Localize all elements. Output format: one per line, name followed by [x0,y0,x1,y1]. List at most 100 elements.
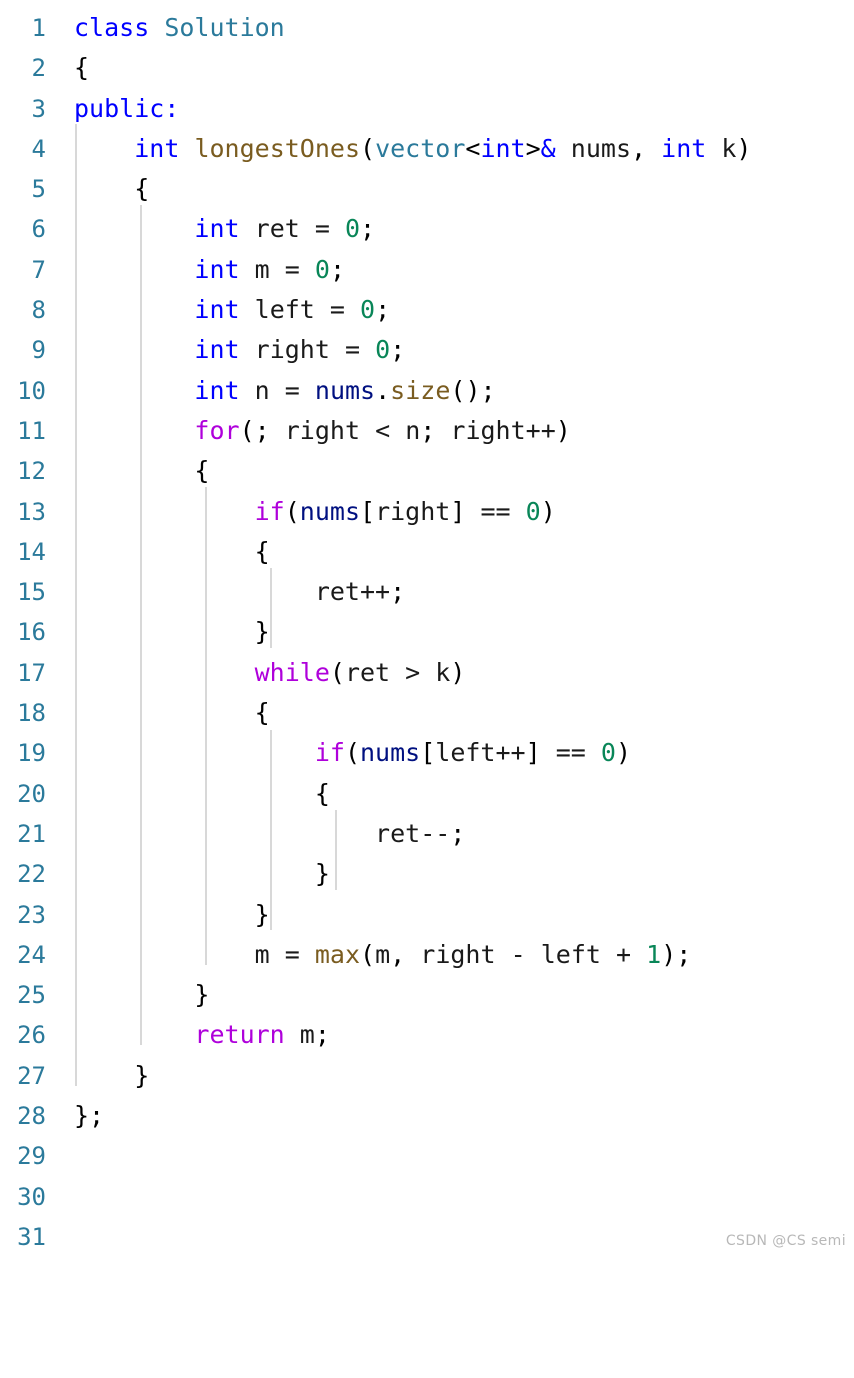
line-content[interactable]: }; [74,1096,104,1136]
code-line[interactable]: 17 while(ret > k) [0,653,854,693]
code-line[interactable]: 19 if(nums[left++] == 0) [0,733,854,773]
line-number: 29 [17,1142,46,1171]
code-line[interactable]: 4 int longestOnes(vector<int>& nums, int… [0,129,854,169]
token-operator: = [329,295,345,325]
token-number: 0 [314,254,330,284]
token-identifier: ret [254,214,300,244]
token-function: size [390,375,451,405]
code-line[interactable]: 8 int left = 0; [0,290,854,330]
code-line[interactable]: 11 for(; right < n; right++) [0,411,854,451]
code-line[interactable]: 14 { [0,532,854,572]
line-content[interactable]: m = max(m, right - left + 1); [74,935,692,975]
line-content[interactable]: int right = 0; [74,330,405,370]
token-identifier: m [254,939,270,969]
code-line[interactable]: 26 return m; [0,1015,854,1055]
token-identifier: m [254,254,270,284]
token-punctuation: ; [375,295,391,325]
token-operator: > [405,657,421,687]
line-content[interactable]: { [74,451,209,491]
line-content[interactable]: { [74,169,149,209]
line-number: 17 [17,658,46,687]
line-content[interactable]: if(nums[left++] == 0) [74,733,631,773]
line-content[interactable]: ret--; [74,814,465,854]
code-line[interactable]: 23 } [0,895,854,935]
code-line[interactable]: 25 } [0,975,854,1015]
code-line[interactable]: 18 { [0,693,854,733]
line-content[interactable]: } [74,895,270,935]
token-punctuation: { [254,698,270,728]
code-line[interactable]: 1 class Solution [0,8,854,48]
token-punctuation: } [254,617,270,647]
line-content[interactable]: { [74,693,270,733]
code-line[interactable]: 27 } [0,1056,854,1096]
token-keyword: class [74,13,150,42]
line-number: 21 [17,819,46,848]
line-content[interactable]: class Solution [74,8,285,48]
code-lines-container[interactable]: 1 class Solution 2 { 3 public: 4 int lon… [0,0,854,1257]
code-editor: 1 class Solution 2 { 3 public: 4 int lon… [0,0,854,1257]
token-punctuation: , [631,133,647,163]
code-line[interactable]: 22 } [0,854,854,894]
line-content[interactable]: { [74,532,270,572]
token-punctuation: ; [420,415,436,445]
code-line[interactable]: 20 { [0,774,854,814]
token-number: 0 [375,335,391,365]
code-line[interactable]: 5 { [0,169,854,209]
line-content[interactable]: public: [74,89,179,129]
line-content[interactable]: } [74,975,209,1015]
line-number: 23 [17,900,46,929]
token-function: longestOnes [194,133,361,163]
token-identifier: right [450,415,526,445]
token-punctuation: ) [736,133,752,163]
line-content[interactable]: int left = 0; [74,290,390,330]
line-number: 31 [17,1222,46,1251]
line-content[interactable]: } [74,1056,149,1096]
line-content[interactable]: return m; [74,1015,330,1055]
token-operator: = [284,375,300,405]
line-content[interactable]: while(ret > k) [74,653,466,693]
line-content[interactable]: if(nums[right] == 0) [74,492,556,532]
line-content[interactable]: { [74,774,330,814]
token-punctuation: { [194,456,210,486]
token-identifier: left [540,939,601,969]
code-line[interactable]: 24 m = max(m, right - left + 1); [0,935,854,975]
code-line[interactable]: 10 int n = nums.size(); [0,371,854,411]
line-content[interactable]: { [74,48,89,88]
code-line[interactable]: 21 ret--; [0,814,854,854]
token-operator: -- [420,818,451,848]
token-operator: + [616,939,632,969]
code-line[interactable]: 28 }; [0,1096,854,1136]
code-line[interactable]: 13 if(nums[right] == 0) [0,492,854,532]
token-punctuation: ) [540,496,556,526]
line-content[interactable]: int longestOnes(vector<int>& nums, int k… [74,129,751,169]
line-content[interactable]: } [74,854,330,894]
code-line[interactable]: 12 { [0,451,854,491]
token-identifier: ret [344,657,391,687]
line-number: 14 [17,537,46,566]
line-content[interactable]: } [74,612,270,652]
line-content[interactable]: ret++; [74,572,405,612]
line-content[interactable]: int m = 0; [74,250,345,290]
code-line[interactable]: 15 ret++; [0,572,854,612]
line-content[interactable]: int n = nums.size(); [74,371,495,411]
code-line[interactable]: 3 public: [0,89,854,129]
line-content[interactable]: for(; right < n; right++) [74,411,570,451]
code-line[interactable]: 30 [0,1177,854,1217]
code-line[interactable]: 2 { [0,48,854,88]
code-line[interactable]: 6 int ret = 0; [0,209,854,249]
watermark: CSDN @CS semi [725,1233,846,1249]
line-content[interactable]: int ret = 0; [74,209,375,249]
token-punctuation: { [74,53,90,83]
code-line[interactable]: 29 [0,1136,854,1176]
code-line[interactable]: 9 int right = 0; [0,330,854,370]
line-number: 28 [17,1102,46,1131]
token-operator: ++ [495,738,526,768]
token-control: while [254,657,330,687]
token-identifier: k [721,133,737,163]
line-number: 20 [17,779,46,808]
token-punctuation: ; [390,577,406,607]
code-line[interactable]: 7 int m = 0; [0,250,854,290]
token-type: vector [375,133,466,163]
token-identifier: ret [375,818,421,848]
code-line[interactable]: 16 } [0,612,854,652]
